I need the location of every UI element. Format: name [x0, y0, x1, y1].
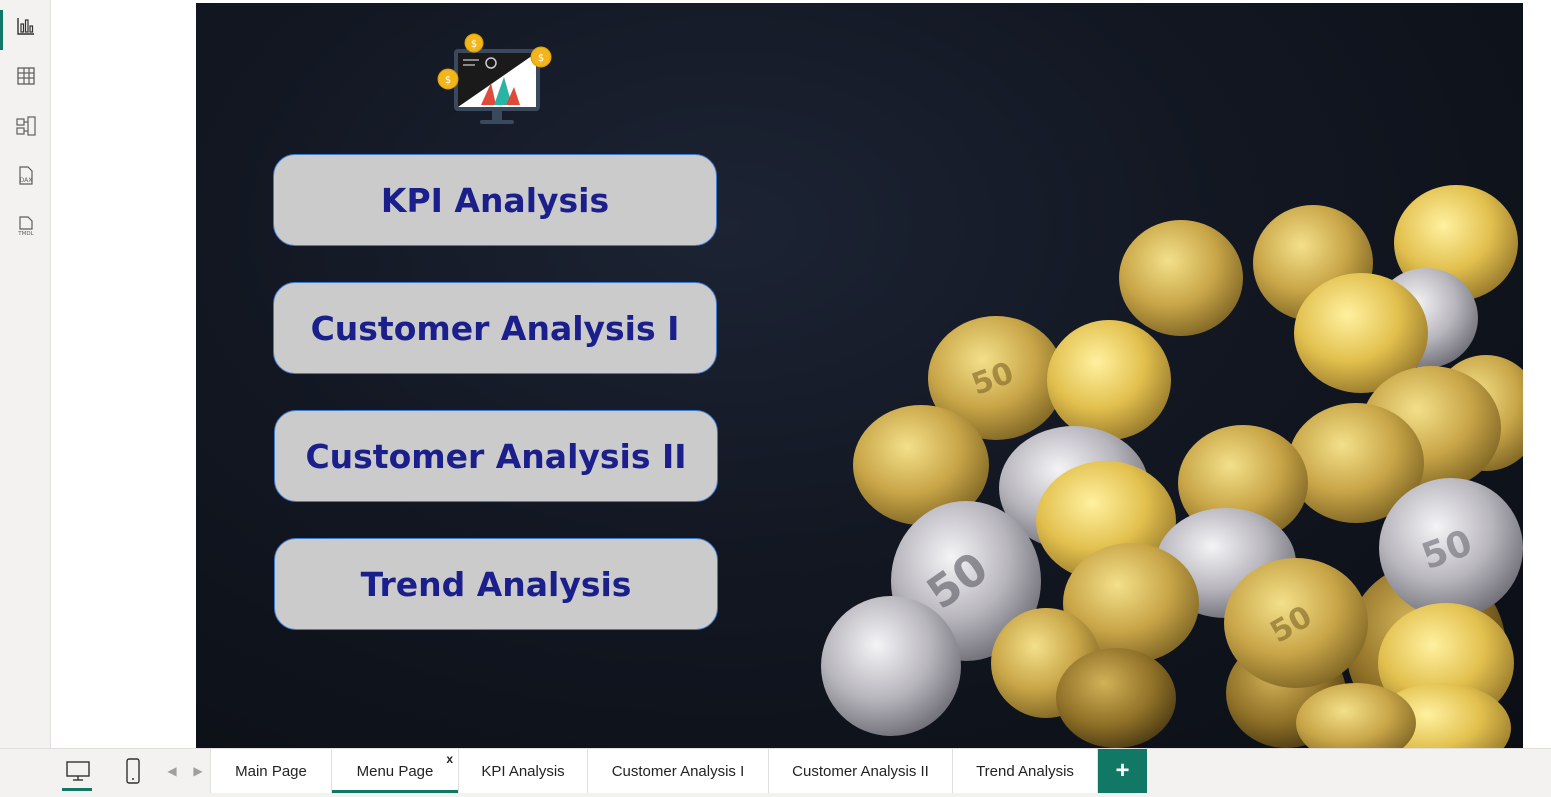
tab-customer-analysis-1[interactable]: Customer Analysis I — [587, 749, 769, 793]
desktop-monitor-icon — [66, 761, 90, 781]
tab-trend-analysis[interactable]: Trend Analysis — [952, 749, 1098, 793]
tab-label: Trend Analysis — [976, 762, 1074, 780]
trend-analysis-nav-label: Trend Analysis — [360, 564, 632, 604]
tab-main-page[interactable]: Main Page — [210, 749, 332, 793]
svg-text:$: $ — [471, 39, 477, 50]
report-view-icon — [16, 18, 34, 35]
coins-background-image: 50 50 50 50 — [821, 185, 1523, 748]
tmdl-view-button[interactable]: TMDL — [0, 206, 51, 246]
kpi-analysis-nav-button[interactable]: KPI Analysis — [273, 154, 717, 246]
model-view-button[interactable] — [0, 106, 51, 146]
mobile-layout-button[interactable] — [115, 753, 151, 789]
dax-label: DAX — [19, 177, 32, 184]
page-tab-bar: ◀ ▶ Main Page Menu Page x KPI Analysis C… — [0, 748, 1551, 797]
table-view-icon — [16, 67, 35, 85]
table-view-button[interactable] — [0, 56, 51, 96]
tab-menu-page[interactable]: Menu Page x — [331, 749, 459, 793]
dashboard-monitor-logo: $ $ $ — [437, 33, 552, 124]
svg-text:$: $ — [445, 75, 451, 86]
tab-label: KPI Analysis — [481, 762, 565, 780]
close-tab-icon[interactable]: x — [446, 752, 453, 766]
customer-analysis-1-nav-button[interactable]: Customer Analysis I — [273, 282, 717, 374]
tab-kpi-analysis[interactable]: KPI Analysis — [458, 749, 588, 793]
customer-analysis-2-nav-label: Customer Analysis II — [305, 436, 687, 476]
tab-label: Customer Analysis I — [611, 762, 745, 780]
tab-label: Main Page — [235, 762, 307, 780]
report-view-button[interactable] — [0, 6, 51, 50]
view-rail: DAX TMDL — [0, 0, 51, 748]
tab-customer-analysis-2[interactable]: Customer Analysis II — [768, 749, 953, 793]
dax-query-view-button[interactable]: DAX — [0, 156, 51, 196]
desktop-layout-button[interactable] — [60, 753, 96, 791]
mobile-phone-icon — [126, 758, 140, 784]
customer-analysis-1-nav-label: Customer Analysis I — [310, 308, 680, 348]
tmdl-label: TMDL — [17, 231, 34, 237]
svg-text:$: $ — [538, 53, 544, 64]
add-page-button[interactable]: + — [1098, 749, 1147, 793]
tab-label: Customer Analysis II — [792, 762, 929, 780]
dax-query-view-icon: DAX — [18, 166, 33, 185]
trend-analysis-nav-button[interactable]: Trend Analysis — [274, 538, 718, 630]
plus-icon: + — [1115, 757, 1130, 784]
report-page-menu: $ $ $ KPI Analysis Customer Analysis I C… — [196, 3, 1523, 748]
customer-analysis-2-nav-button[interactable]: Customer Analysis II — [274, 410, 718, 502]
tab-label: Menu Page — [356, 762, 434, 780]
report-canvas: $ $ $ KPI Analysis Customer Analysis I C… — [51, 0, 1551, 748]
tmdl-view-icon: TMDL — [17, 216, 34, 237]
chevron-right-icon: ▶ — [193, 764, 203, 778]
kpi-analysis-nav-label: KPI Analysis — [380, 180, 610, 220]
chevron-left-icon: ◀ — [167, 764, 177, 778]
scroll-tabs-right-button[interactable]: ▶ — [190, 761, 206, 781]
model-view-icon — [15, 116, 36, 136]
scroll-tabs-left-button[interactable]: ◀ — [164, 761, 180, 781]
